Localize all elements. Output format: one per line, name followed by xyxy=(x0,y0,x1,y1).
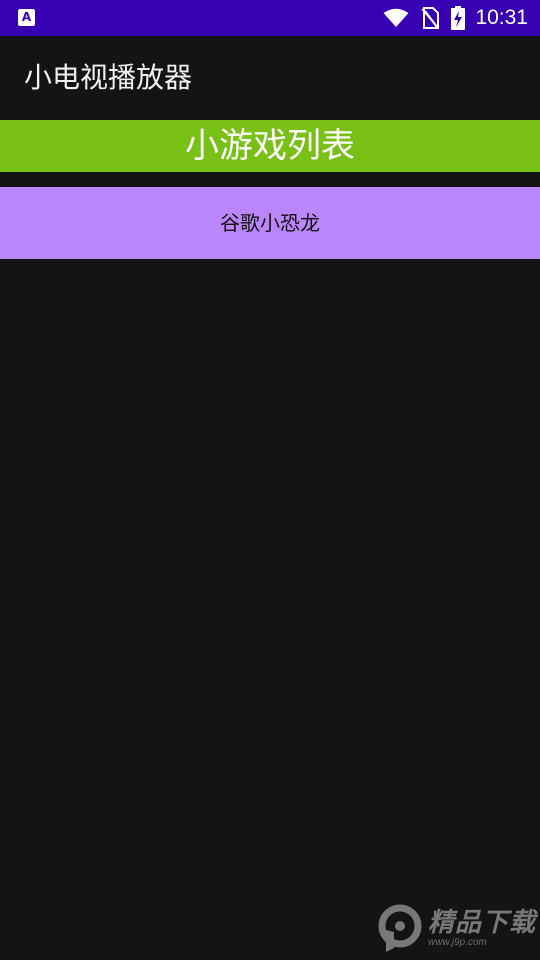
watermark-title: 精品下载 xyxy=(427,908,536,938)
game-item-dinosaur[interactable]: 谷歌小恐龙 xyxy=(0,187,540,259)
wifi-icon xyxy=(383,8,409,27)
status-bar: A 10:31 xyxy=(0,0,540,36)
app-bar: 小电视播放器 xyxy=(0,36,540,120)
status-icons: 10:31 xyxy=(383,0,528,36)
game-item-label: 谷歌小恐龙 xyxy=(220,211,320,235)
watermark: 精品下载 www.j9p.com xyxy=(374,904,536,954)
no-sim-icon xyxy=(421,7,440,29)
game-list-header: 小游戏列表 xyxy=(0,120,540,172)
watermark-logo-icon xyxy=(378,904,422,952)
watermark-url: www.j9p.com xyxy=(427,937,487,948)
watermark-text: 精品下载 www.j9p.com xyxy=(428,909,536,949)
screen: A 10:31 小电视播放器 小游戏列表 谷歌小恐龙 精品下载 www.j9p.… xyxy=(0,0,540,960)
app-title: 小电视播放器 xyxy=(24,61,193,94)
game-list-header-label: 小游戏列表 xyxy=(185,126,355,166)
battery-charging-icon xyxy=(451,6,466,30)
app-notification-icon: A xyxy=(18,9,35,26)
status-time: 10:31 xyxy=(475,6,528,29)
